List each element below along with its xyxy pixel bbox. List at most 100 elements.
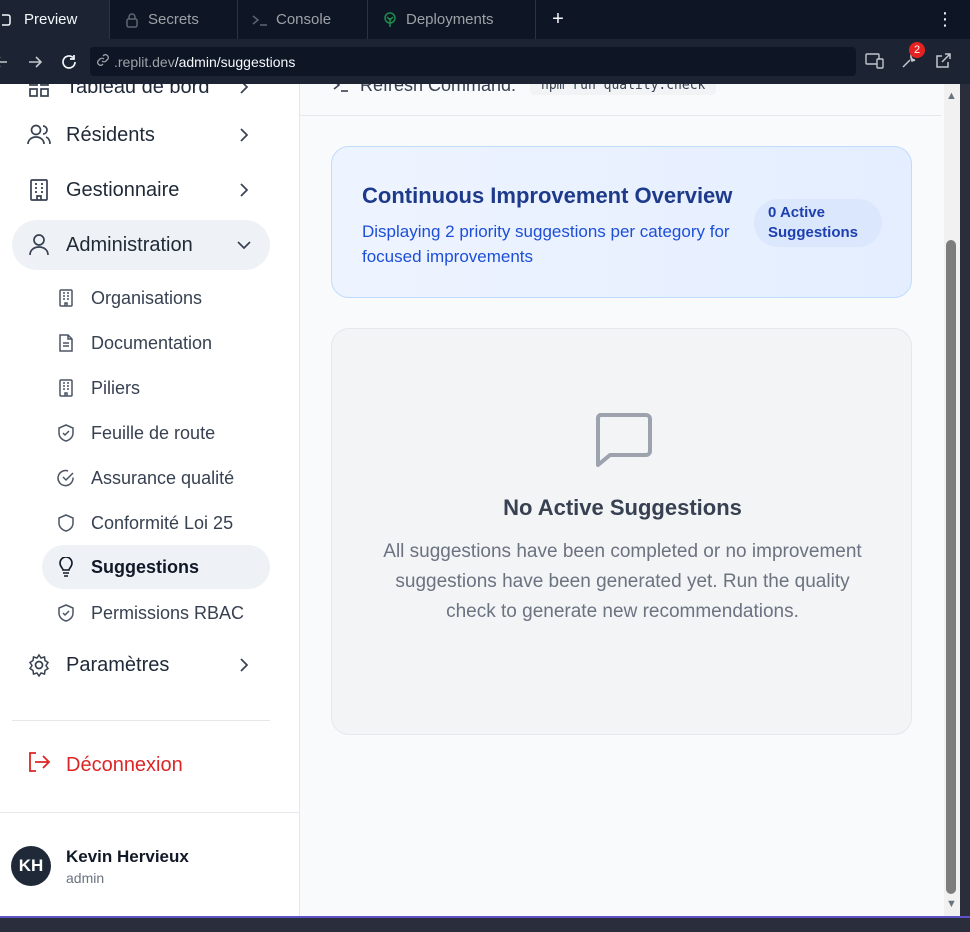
- sidebar-item-compliance[interactable]: Conformité Loi 25: [42, 501, 270, 545]
- sidebar-item-roadmap[interactable]: Feuille de route: [42, 411, 270, 455]
- chevron-down-icon: [236, 237, 252, 253]
- file-text-icon: [56, 333, 76, 353]
- monitor-icon: [0, 12, 16, 28]
- chevron-right-icon: [236, 127, 252, 143]
- building-icon: [56, 288, 76, 308]
- scrollbar-thumb[interactable]: [946, 240, 956, 894]
- terminal-icon: [332, 84, 350, 99]
- sidebar-item-label: Permissions RBAC: [91, 602, 245, 623]
- main-content: Refresh Command: npm run quality:check C…: [300, 84, 944, 916]
- url-path: /admin/suggestions: [174, 53, 296, 70]
- overview-card: Continuous Improvement Overview Displayi…: [331, 146, 912, 298]
- avatar: KH: [11, 846, 51, 886]
- tab-label: Preview: [24, 11, 78, 28]
- sidebar-item-documentation[interactable]: Documentation: [42, 321, 270, 365]
- message-square-icon: [592, 411, 654, 474]
- active-suggestions-badge: 0 Active Suggestions: [754, 199, 882, 247]
- sidebar-item-label: Suggestions: [91, 556, 200, 577]
- logout-label: Déconnexion: [66, 753, 183, 776]
- reload-icon[interactable]: [52, 45, 86, 79]
- logout-button[interactable]: Déconnexion: [12, 740, 270, 790]
- tab-secrets[interactable]: Secrets: [110, 0, 238, 39]
- back-icon[interactable]: [0, 45, 18, 79]
- wrench-icon[interactable]: 2: [896, 42, 925, 75]
- chevron-right-icon: [236, 84, 252, 95]
- sidebar: Tableau de bord Résidents Gestionnaire A…: [0, 84, 300, 916]
- scroll-up-icon[interactable]: ▲: [946, 90, 957, 102]
- browser-url-bar: .replit.dev/admin/suggestions 2: [0, 39, 970, 84]
- empty-state-card: No Active Suggestions All suggestions ha…: [331, 328, 912, 735]
- building-icon: [26, 177, 52, 203]
- gear-icon: [26, 652, 52, 678]
- tab-console[interactable]: Console: [238, 0, 368, 39]
- logout-icon: [26, 750, 52, 780]
- lock-icon: [124, 12, 140, 28]
- building-icon: [56, 378, 76, 398]
- user-role: admin: [66, 870, 105, 886]
- tab-preview[interactable]: Preview: [0, 0, 110, 39]
- sidebar-item-label: Tableau de bord: [66, 84, 210, 98]
- sidebar-item-suggestions[interactable]: Suggestions: [42, 545, 270, 589]
- refresh-label: Refresh Command:: [360, 84, 517, 95]
- scrollbar[interactable]: ▲ ▼: [944, 84, 960, 916]
- sidebar-divider: [12, 720, 270, 721]
- refresh-command-code: npm run quality:check: [530, 84, 717, 95]
- sidebar-item-quality[interactable]: Assurance qualité: [42, 456, 270, 500]
- add-tab-button[interactable]: +: [536, 0, 580, 39]
- shield-icon: [56, 513, 76, 533]
- ide-tab-bar: Preview Secrets Console Deployments + ⋮: [0, 0, 970, 39]
- sidebar-item-label: Organisations: [91, 287, 203, 308]
- sidebar-item-dashboard[interactable]: Tableau de bord: [12, 84, 270, 112]
- shield-check-icon: [56, 603, 76, 623]
- tab-deployments[interactable]: Deployments: [368, 0, 536, 39]
- sidebar-item-administration[interactable]: Administration: [12, 220, 270, 270]
- chevron-right-icon: [236, 657, 252, 673]
- app-viewport: Tableau de bord Résidents Gestionnaire A…: [0, 84, 960, 916]
- url-domain: .replit.dev: [114, 53, 175, 70]
- shield-check-icon: [56, 423, 76, 443]
- users-icon: [26, 122, 52, 148]
- chevron-right-icon: [236, 182, 252, 198]
- overview-description: Displaying 2 priority suggestions per ca…: [362, 222, 730, 266]
- sidebar-item-settings[interactable]: Paramètres: [12, 640, 270, 690]
- empty-state-text: All suggestions have been completed or n…: [383, 541, 862, 622]
- empty-state-title: No Active Suggestions: [503, 495, 742, 520]
- window-border: [960, 84, 970, 932]
- sidebar-item-label: Piliers: [91, 377, 141, 398]
- sidebar-item-label: Paramètres: [66, 653, 170, 676]
- sidebar-item-piliers[interactable]: Piliers: [42, 366, 270, 410]
- window-bottom-edge: [0, 916, 970, 932]
- refresh-command-row: Refresh Command: npm run quality:check: [300, 84, 941, 116]
- sidebar-item-residents[interactable]: Résidents: [12, 110, 270, 160]
- open-external-icon[interactable]: [930, 47, 956, 75]
- tab-label: Deployments: [406, 11, 494, 28]
- more-options-icon[interactable]: ⋮: [936, 8, 954, 30]
- sidebar-item-rbac[interactable]: Permissions RBAC: [42, 591, 270, 635]
- sidebar-item-label: Assurance qualité: [91, 467, 235, 488]
- scroll-down-icon[interactable]: ▼: [946, 898, 957, 910]
- sidebar-item-organisations[interactable]: Organisations: [42, 276, 270, 320]
- user-profile[interactable]: KH Kevin Hervieux admin: [0, 812, 300, 916]
- grid-icon: [26, 84, 52, 100]
- notification-badge: 2: [909, 42, 925, 58]
- tree-icon: [382, 11, 398, 28]
- sidebar-item-gestionnaire[interactable]: Gestionnaire: [12, 165, 270, 215]
- address-field[interactable]: .replit.dev/admin/suggestions: [90, 47, 856, 76]
- user-icon: [26, 232, 52, 258]
- devices-icon[interactable]: [862, 47, 888, 75]
- sidebar-item-label: Documentation: [91, 332, 213, 353]
- check-circle-icon: [56, 468, 76, 488]
- link-icon: [96, 53, 110, 70]
- user-name: Kevin Hervieux: [66, 847, 189, 866]
- sidebar-item-label: Feuille de route: [91, 422, 216, 443]
- overview-title: Continuous Improvement Overview: [362, 183, 733, 208]
- lightbulb-icon: [56, 557, 76, 577]
- sidebar-item-label: Conformité Loi 25: [91, 512, 234, 533]
- tab-label: Console: [276, 11, 332, 28]
- sidebar-item-label: Résidents: [66, 123, 155, 146]
- terminal-icon: [252, 12, 268, 28]
- forward-icon[interactable]: [18, 45, 52, 79]
- sidebar-item-label: Gestionnaire: [66, 178, 180, 201]
- sidebar-item-label: Administration: [66, 233, 193, 256]
- tab-label: Secrets: [148, 11, 199, 28]
